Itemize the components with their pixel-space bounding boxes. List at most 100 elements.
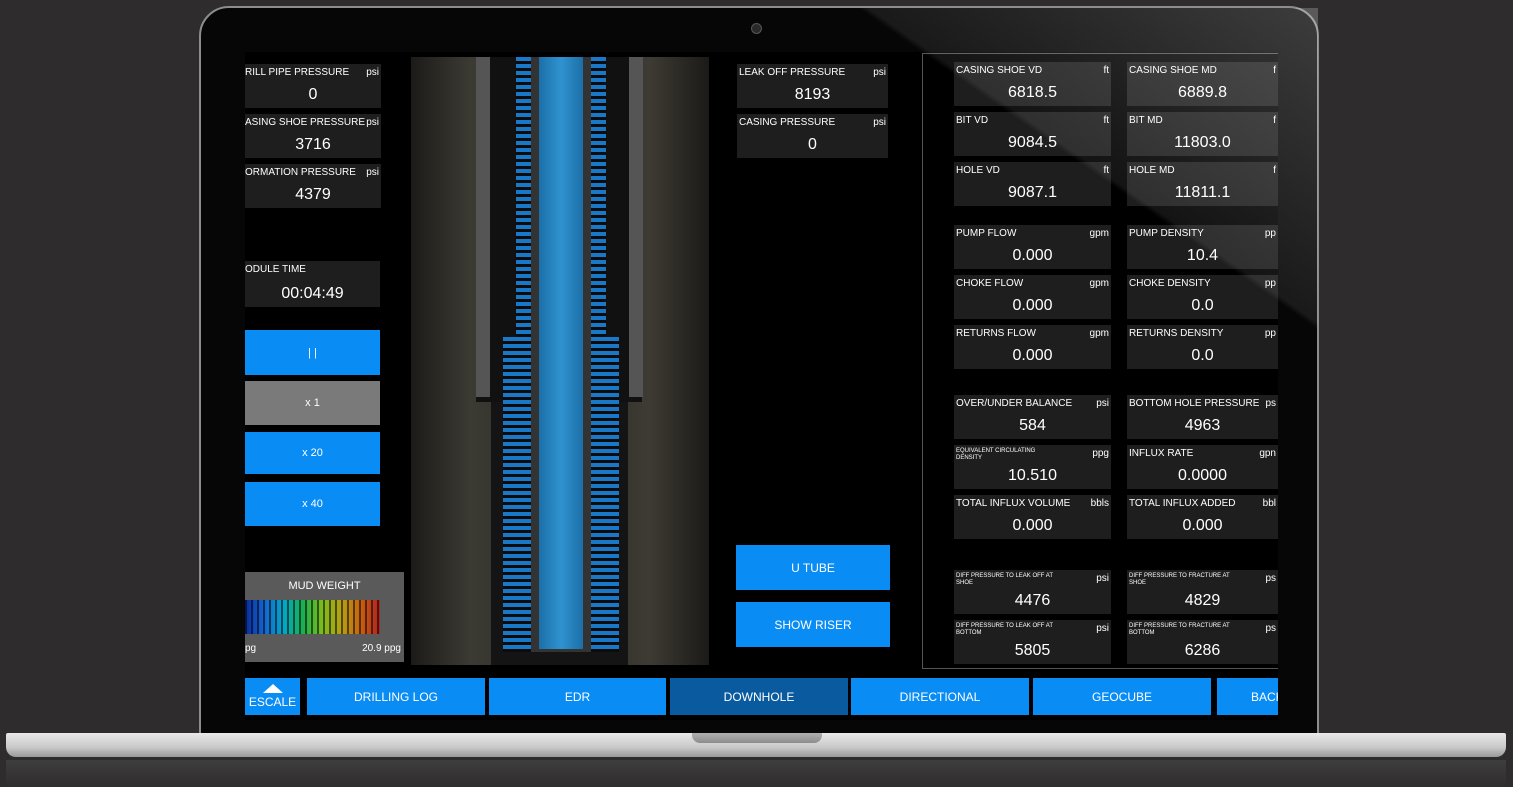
panel-unit: psi <box>366 117 379 128</box>
panel-label: BOTTOM HOLE PRESSURE <box>1129 398 1260 409</box>
panel-label: ASING SHOE PRESSURE <box>245 117 366 128</box>
panel-unit: gpm <box>1089 278 1109 289</box>
mud-weight-title: MUD WEIGHT <box>288 580 361 592</box>
panel-unit: f <box>1273 165 1276 176</box>
panel-value: 0.0 <box>1191 347 1214 364</box>
tab-drilling-log[interactable]: DRILLING LOG <box>307 678 485 715</box>
panel-label: OVER/UNDER BALANCE <box>956 398 1073 409</box>
panel-unit: psi <box>1096 573 1109 584</box>
panel-label: RETURNS FLOW <box>956 328 1036 339</box>
panel-value: 584 <box>1019 417 1046 434</box>
casing-shoe-pressure-panel: ASING SHOE PRESSURE psi 3716 <box>245 114 381 158</box>
tab-back[interactable]: BACK <box>1217 678 1278 715</box>
speed-x20-button[interactable]: x 20 <box>245 432 380 474</box>
right-panel-depth: CASING SHOE MD f 6889.8 <box>1127 62 1278 106</box>
panel-value: 11803.0 <box>1174 134 1231 151</box>
leak-off-pressure-panel: LEAK OFF PRESSURE psi 8193 <box>737 64 888 108</box>
right-panel-depth: HOLE MD f 11811.1 <box>1127 162 1278 206</box>
panel-value: 4379 <box>295 186 331 203</box>
right-panel-flow: CHOKE FLOW gpm 0.000 <box>954 275 1111 319</box>
arrow-up-icon <box>262 684 283 693</box>
casing-wall-left <box>476 57 490 397</box>
panel-unit: ft <box>1103 115 1109 126</box>
panel-label: PUMP FLOW <box>956 228 1017 239</box>
right-panel-depth: HOLE VD ft 9087.1 <box>954 162 1111 206</box>
right-panel-diff: DIFF PRESSURE TO LEAK OFF AT BOTTOM psi 58… <box>954 620 1111 664</box>
panel-value: 0.000 <box>1012 297 1053 314</box>
right-panel-flow: PUMP FLOW gpm 0.000 <box>954 225 1111 269</box>
panel-label: EQUIVALENT CIRCULATING DENSITY <box>956 448 1036 461</box>
tab-edr[interactable]: EDR <box>489 678 666 715</box>
panel-label: PUMP DENSITY <box>1129 228 1204 239</box>
module-time-panel: ODULE TIME 00:04:49 <box>245 261 380 307</box>
panel-label: DIFF PRESSURE TO LEAK OFF AT SHOE <box>956 573 1053 586</box>
panel-value: 0 <box>808 136 817 153</box>
tab-geocube[interactable]: GEOCUBE <box>1033 678 1211 715</box>
casing-wall-right <box>629 57 643 397</box>
right-panel-diff: DIFF PRESSURE TO FRACTURE AT SHOE ps 4829 <box>1127 570 1278 614</box>
panel-value: 0.000 <box>1182 517 1223 534</box>
pause-button[interactable]: | | <box>245 330 380 375</box>
right-panel-depth: BIT VD ft 9084.5 <box>954 112 1111 156</box>
wellbore-diagram <box>411 57 709 665</box>
panel-value: 10.4 <box>1186 247 1219 264</box>
speed-x1-button[interactable]: x 1 <box>245 381 380 425</box>
panel-label: DIFF PRESSURE TO LEAK OFF AT BOTTOM <box>956 623 1053 636</box>
right-panel-balance: BOTTOM HOLE PRESSURE ps 4963 <box>1127 395 1278 439</box>
panel-unit: ft <box>1103 65 1109 76</box>
mud-weight-gauge[interactable] <box>245 600 380 634</box>
panel-unit: ft <box>1103 165 1109 176</box>
panel-value: 0.0000 <box>1178 467 1227 484</box>
panel-value: 10.510 <box>1008 467 1057 484</box>
panel-unit: ps <box>1265 573 1276 584</box>
right-panel-balance: TOTAL INFLUX VOLUME bbls 0.000 <box>954 495 1111 539</box>
panel-unit: psi <box>1096 398 1109 409</box>
laptop-notch <box>692 733 822 743</box>
panel-unit: gpm <box>1089 228 1109 239</box>
right-panel-diff: DIFF PRESSURE TO FRACTURE AT BOTTOM ps 628… <box>1127 620 1278 664</box>
panel-unit: pp <box>1264 278 1276 289</box>
panel-unit: pp <box>1264 228 1276 239</box>
panel-value: 6889.8 <box>1178 84 1227 101</box>
panel-value: 0.0 <box>1191 297 1214 314</box>
panel-value: 4963 <box>1184 417 1221 434</box>
show-riser-button[interactable]: SHOW RISER <box>736 602 890 647</box>
right-panel-flow: PUMP DENSITY pp 10.4 <box>1127 225 1278 269</box>
panel-unit: bbls <box>1090 498 1109 509</box>
right-panel-balance: INFLUX RATE gpn 0.0000 <box>1127 445 1278 489</box>
panel-label: RILL PIPE PRESSURE <box>245 67 350 78</box>
right-panel-balance: EQUIVALENT CIRCULATING DENSITY ppg 10.510 <box>954 445 1111 489</box>
panel-unit: psi <box>366 67 379 78</box>
tab-directional[interactable]: DIRECTIONAL <box>851 678 1029 715</box>
panel-label: ORMATION PRESSURE <box>245 167 356 178</box>
panel-unit: psi <box>873 117 886 128</box>
panel-unit: ps <box>1265 623 1276 634</box>
panel-value: 0.000 <box>1012 347 1053 364</box>
panel-label: CHOKE DENSITY <box>1129 278 1211 289</box>
panel-unit: pp <box>1264 328 1276 339</box>
formation-pressure-panel: ORMATION PRESSURE psi 4379 <box>245 164 381 208</box>
panel-unit: gpm <box>1089 328 1109 339</box>
u-tube-button[interactable]: U TUBE <box>736 545 890 590</box>
panel-unit: gpn <box>1259 448 1276 459</box>
panel-value: 9087.1 <box>1008 184 1057 201</box>
panel-label: HOLE MD <box>1129 165 1175 176</box>
panel-value: 3716 <box>295 136 331 153</box>
mud-weight-max-label: 20.9 ppg <box>362 643 401 654</box>
drill-pipe-pressure-panel: RILL PIPE PRESSURE psi 0 <box>245 64 381 108</box>
mud-weight-panel: MUD WEIGHT pg 20.9 ppg <box>245 572 404 662</box>
panel-label: CASING SHOE MD <box>1129 65 1217 76</box>
casing-pressure-panel: CASING PRESSURE psi 0 <box>737 114 888 158</box>
panel-value: 4476 <box>1014 592 1051 609</box>
panel-unit: f <box>1273 65 1276 76</box>
speed-x40-button[interactable]: x 40 <box>245 482 380 526</box>
panel-label: RETURNS DENSITY <box>1129 328 1224 339</box>
panel-value: 0.000 <box>1012 247 1053 264</box>
panel-value: 4829 <box>1184 592 1221 609</box>
panel-value: 0.000 <box>1012 517 1053 534</box>
panel-label: TOTAL INFLUX ADDED <box>1129 498 1236 509</box>
panel-label: DIFF PRESSURE TO FRACTURE AT SHOE <box>1129 573 1230 586</box>
right-panel-diff: DIFF PRESSURE TO LEAK OFF AT SHOE psi 4476 <box>954 570 1111 614</box>
tab-downhole[interactable]: DOWNHOLE <box>670 678 848 715</box>
escale-button[interactable]: ESCALE <box>245 678 300 715</box>
